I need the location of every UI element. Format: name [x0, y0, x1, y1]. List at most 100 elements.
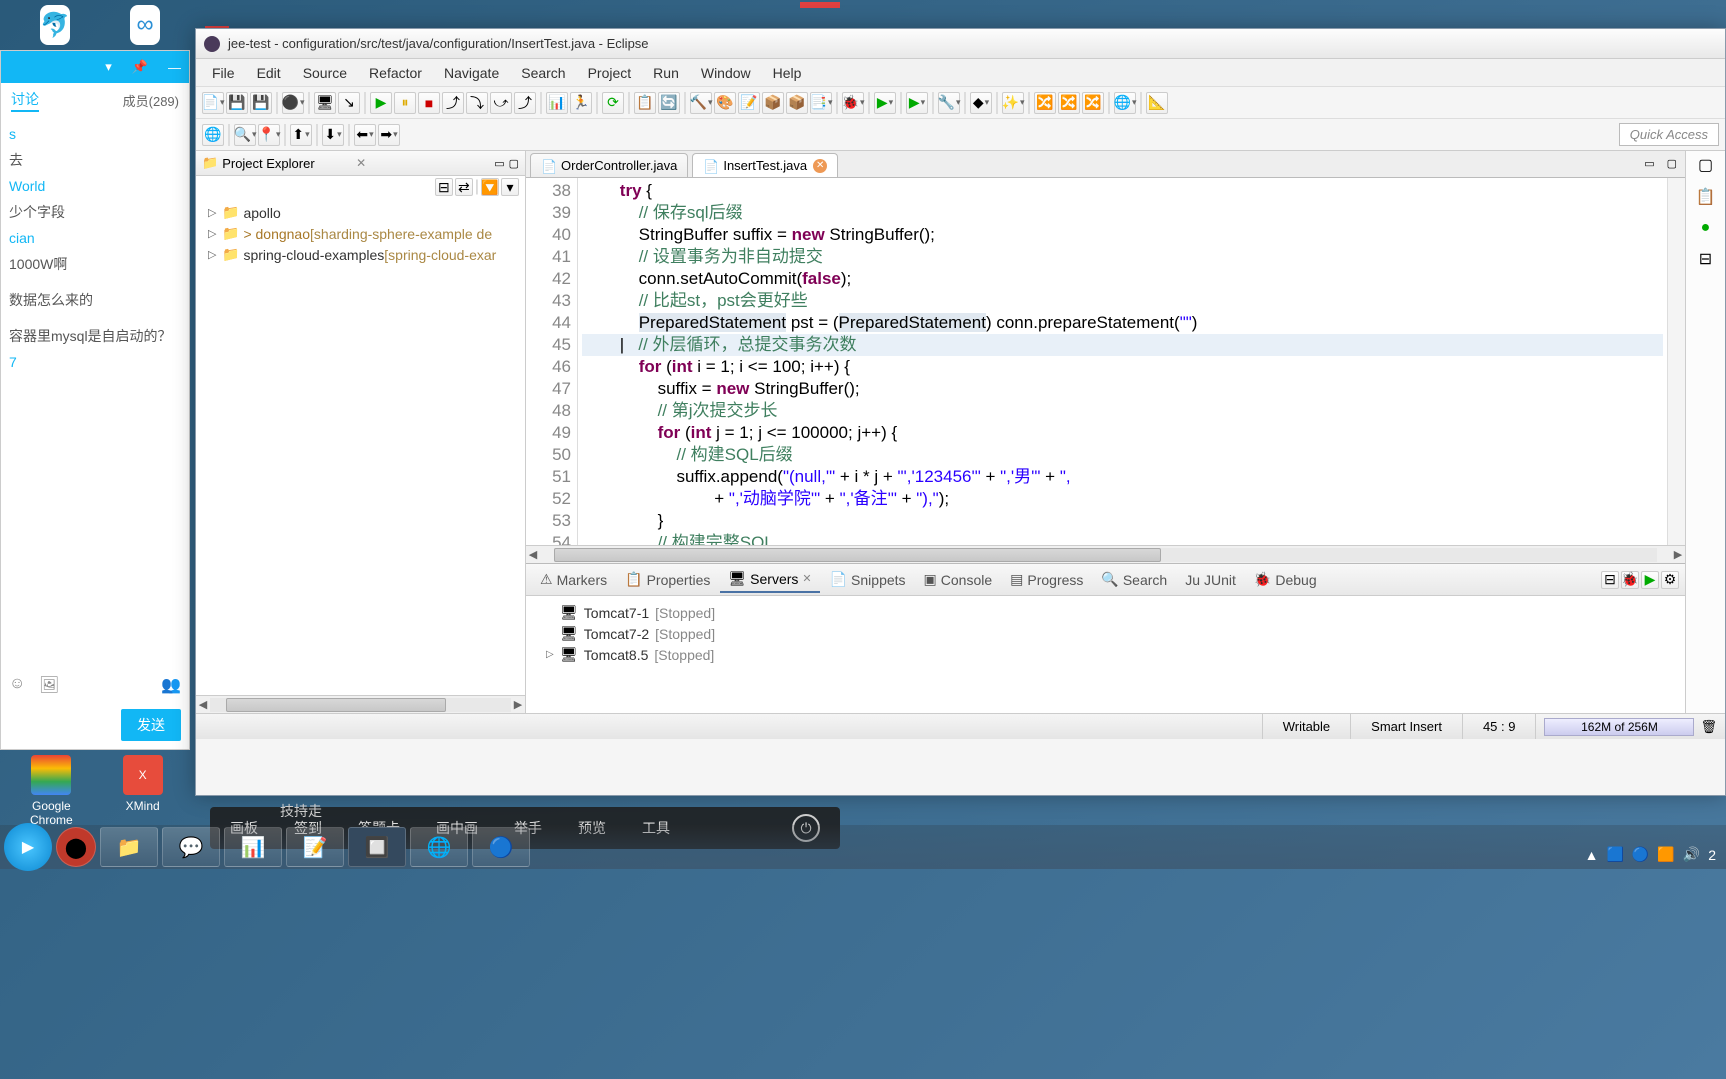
class-icon[interactable]: 📦: [762, 92, 784, 114]
taskbar-app[interactable]: 📝: [286, 827, 344, 867]
tree-item[interactable]: ▷ 📁 apollo: [198, 202, 523, 223]
menu-edit[interactable]: Edit: [247, 61, 291, 85]
taskbar-app[interactable]: 📊: [224, 827, 282, 867]
taskbar-app[interactable]: 💬: [162, 827, 220, 867]
filter-icon[interactable]: 🔽: [481, 178, 499, 196]
junit-tab[interactable]: JuJUnit: [1177, 568, 1244, 592]
menu-run[interactable]: Run: [643, 61, 689, 85]
debug-icon[interactable]: 🐞: [1621, 571, 1639, 589]
chrome-shortcut[interactable]: Google Chrome: [30, 755, 73, 827]
tab-close-icon[interactable]: ✕: [813, 159, 827, 173]
open-type-icon[interactable]: 🖥: [314, 92, 336, 114]
new-server-icon[interactable]: 🔄: [658, 92, 680, 114]
server-item[interactable]: 🖥 Tomcat7-1 [Stopped]: [546, 602, 1665, 623]
scroll-right-icon[interactable]: ▶: [511, 698, 525, 711]
coverage-run-icon[interactable]: ▶▾: [906, 92, 928, 114]
package-icon[interactable]: 📦: [786, 92, 808, 114]
taskbar-chrome[interactable]: 🌐: [410, 827, 468, 867]
tray-time[interactable]: 2: [1708, 847, 1716, 863]
editor-tab-active[interactable]: 📄 InsertTest.java ✕: [692, 153, 838, 177]
snippets-tab[interactable]: 📄Snippets: [822, 567, 914, 592]
menu-refactor[interactable]: Refactor: [359, 61, 432, 85]
save-all-icon[interactable]: 💾: [250, 92, 272, 114]
vertical-scrollbar[interactable]: [1667, 178, 1685, 545]
run-last-icon[interactable]: 🏃: [570, 92, 592, 114]
send-button[interactable]: 发送: [121, 709, 181, 741]
build-icon[interactable]: 🔨▾: [690, 92, 712, 114]
menu-window[interactable]: Window: [691, 61, 761, 85]
server-item[interactable]: 🖥 Tomcat7-2 [Stopped]: [546, 623, 1665, 644]
minimize-icon[interactable]: ▭: [1640, 153, 1658, 177]
annotation-icon[interactable]: 📍▾: [258, 124, 280, 146]
edit-icon[interactable]: 📝: [738, 92, 760, 114]
collapse-icon[interactable]: ⊟: [435, 178, 453, 196]
step-return-icon[interactable]: ⤴: [514, 92, 536, 114]
tray-up-icon[interactable]: ▲: [1585, 847, 1599, 863]
menu-icon[interactable]: ▾: [501, 178, 519, 196]
launch-icon[interactable]: ⟳: [602, 92, 624, 114]
menu-search[interactable]: Search: [511, 61, 575, 85]
start-button[interactable]: ▶: [4, 823, 52, 871]
desktop-app-icon[interactable]: 🐬: [40, 5, 70, 45]
refresh-icon[interactable]: 🌐▾: [1114, 92, 1136, 114]
scrollbar-thumb[interactable]: [554, 548, 1161, 562]
xmind-shortcut[interactable]: X XMind: [123, 755, 163, 827]
menu-help[interactable]: Help: [763, 61, 812, 85]
scroll-left-icon[interactable]: ◀: [526, 548, 540, 561]
maximize-icon[interactable]: ▢: [509, 157, 519, 170]
markers-tab[interactable]: ⚠Markers: [532, 567, 615, 592]
title-bar[interactable]: jee-test - configuration/src/test/java/c…: [196, 29, 1725, 59]
back-icon[interactable]: ⬅▾: [354, 124, 376, 146]
perspective-icon[interactable]: 📐: [1146, 92, 1168, 114]
run-icon[interactable]: ▶▾: [874, 92, 896, 114]
memory-indicator[interactable]: 162M of 256M: [1544, 718, 1694, 736]
gc-icon[interactable]: 🗑: [1700, 719, 1717, 735]
maximize-icon[interactable]: ▢: [1663, 153, 1681, 177]
menu-file[interactable]: File: [202, 61, 245, 85]
servers-tab[interactable]: 🖥Servers✕: [720, 566, 819, 593]
next-icon[interactable]: ⬇▾: [322, 124, 344, 146]
properties-tab[interactable]: 📋Properties: [617, 567, 718, 592]
image-icon[interactable]: 🖼: [39, 675, 59, 695]
forward-icon[interactable]: ➡▾: [378, 124, 400, 146]
collapse-icon[interactable]: ⊟: [1601, 571, 1619, 589]
chat-tab-discuss[interactable]: 讨论: [11, 89, 39, 112]
git-icon[interactable]: 🔀: [1082, 92, 1104, 114]
emoji-icon[interactable]: ☺: [9, 675, 29, 695]
build-icon[interactable]: ⚫▾: [282, 92, 304, 114]
save-icon[interactable]: 💾: [226, 92, 248, 114]
tray-volume-icon[interactable]: 🔊: [1683, 846, 1700, 863]
chat-members-count[interactable]: 成员(289): [79, 89, 179, 112]
prev-icon[interactable]: ⬆▾: [290, 124, 312, 146]
tray-icon[interactable]: 🟧: [1657, 846, 1674, 863]
view-close-icon[interactable]: ✕: [356, 156, 366, 170]
search-tab[interactable]: 🔍Search: [1093, 567, 1175, 592]
quick-access-input[interactable]: Quick Access: [1619, 123, 1719, 146]
taskbar-explorer[interactable]: 📁: [100, 827, 158, 867]
link-icon[interactable]: ⇄: [455, 178, 473, 196]
git-icon[interactable]: 🔀: [1034, 92, 1056, 114]
git-icon[interactable]: 🔀: [1058, 92, 1080, 114]
debug-icon[interactable]: 🐞▾: [842, 92, 864, 114]
console-tab[interactable]: ▣Console: [916, 567, 1001, 592]
progress-tab[interactable]: ▤Progress: [1002, 567, 1091, 592]
profile-icon[interactable]: ⚙: [1661, 571, 1679, 589]
pause-icon[interactable]: ⏸: [394, 92, 416, 114]
toggle-icon[interactable]: 📋: [634, 92, 656, 114]
person-icon[interactable]: 👥: [161, 675, 181, 695]
filter-icon[interactable]: 📑▾: [810, 92, 832, 114]
tree-item[interactable]: ▷ 📁 spring-cloud-examples [spring-cloud-…: [198, 244, 523, 265]
debug-run-icon[interactable]: ▶: [370, 92, 392, 114]
pin-icon[interactable]: 📌: [132, 59, 148, 75]
step-over-icon[interactable]: ⤻: [490, 92, 512, 114]
server-item[interactable]: ▷ 🖥 Tomcat8.5 [Stopped]: [546, 644, 1665, 665]
skip-icon[interactable]: ↘: [338, 92, 360, 114]
restore-icon[interactable]: ▢: [1698, 155, 1713, 175]
outline-icon[interactable]: 📋: [1696, 187, 1716, 207]
menu-project[interactable]: Project: [578, 61, 642, 85]
scroll-left-icon[interactable]: ◀: [196, 698, 210, 711]
tray-icon[interactable]: 🟦: [1606, 846, 1623, 863]
coverage-icon[interactable]: 📊: [546, 92, 568, 114]
desktop-app-icon[interactable]: ∞: [130, 5, 160, 45]
project-tree[interactable]: ▷ 📁 apollo ▷ 📁 > dongnao [sharding-spher…: [196, 198, 525, 695]
